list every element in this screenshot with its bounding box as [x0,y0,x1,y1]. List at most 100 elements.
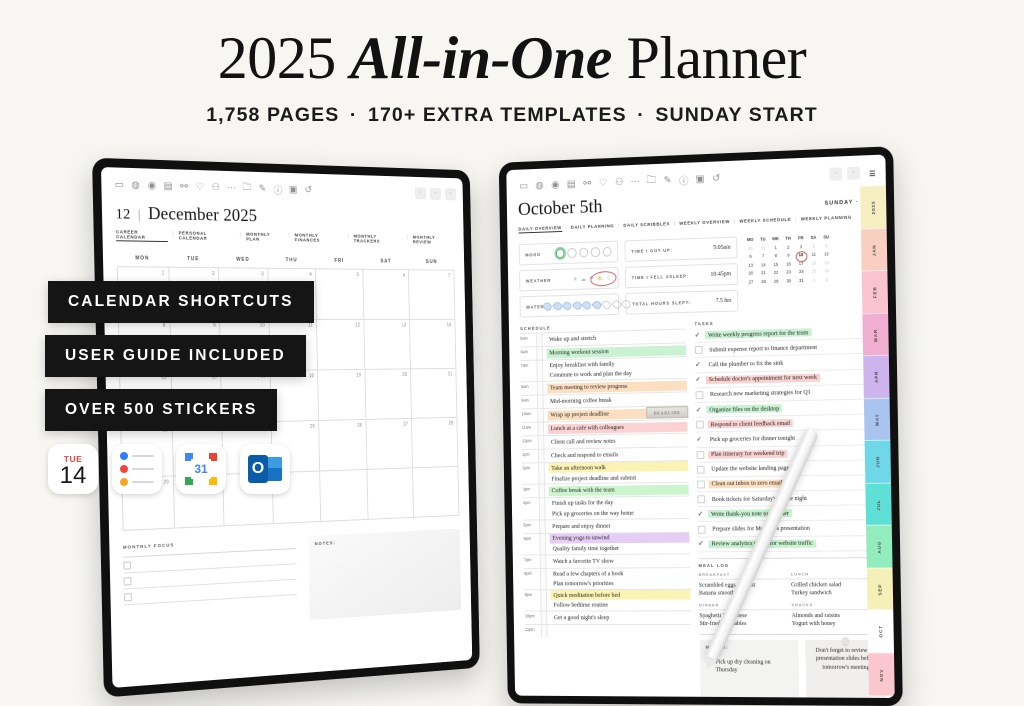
copy-icon[interactable]: ▣ [285,181,301,197]
schedule-row[interactable]: 10pm Get a good night's sleep [524,610,691,625]
mood-face-2[interactable] [578,247,588,258]
schedule-row[interactable]: 8pm Read a few chapters of a book Plan tom… [524,566,691,590]
clock-icon[interactable]: ◍ [531,177,547,193]
tracker-weather[interactable]: WEATHER ☀ ☁ ☂ ⛅ ☾ [519,267,619,292]
target-icon[interactable]: ◉ [144,177,161,193]
schedule-entries[interactable]: Evening yoga to unwind Quality family tim… [546,532,690,554]
task-check-icon[interactable]: ✓ [696,436,703,443]
heart-icon[interactable]: ♡ [192,179,208,195]
calendar-day-cell[interactable] [367,468,415,520]
schedule-list[interactable]: 5am Wake up and stretch 6am Morning workout… [520,328,692,638]
schedule-entry[interactable]: Evening yoga to unwind [549,532,690,544]
schedule-entry[interactable]: Plan tomorrow's priorities [550,579,690,589]
sleep-field-0[interactable]: TIME I GOT UP: 5:05am [624,236,738,262]
calendar-day-cell[interactable]: 20 [365,369,413,420]
schedule-entry[interactable]: Get a good night's sleep [551,613,691,623]
heart-icon[interactable]: ♡ [595,175,611,191]
task-checkbox[interactable] [697,495,706,504]
info-icon[interactable]: ⓘ [270,181,286,197]
daily-tab-2[interactable]: DAILY SCRIBBLES [623,221,670,230]
schedule-entry[interactable]: Finalize project deadline and submit [549,472,689,484]
microsoft-outlook-icon[interactable]: O [240,444,290,494]
schedule-entry[interactable]: Team meeting to review progress [547,380,687,394]
pen-icon[interactable]: ✎ [659,172,675,188]
schedule-row[interactable]: 5pm Prepare and enjoy dinner [523,517,690,533]
more-icon[interactable]: ⋯ [223,180,239,196]
right-tablet-screen[interactable]: ▭◍◉▤⚯♡⚇⋯🗀✎ⓘ▣↺▫▫▫ October 5th SUNDAY · 20… [506,154,895,699]
share-button[interactable]: ▫ [829,166,843,181]
more-icon[interactable]: ⋯ [627,173,643,189]
task-check-icon[interactable]: ✓ [698,511,705,518]
daily-tab-0[interactable]: DAILY OVERVIEW [518,225,562,234]
task-checkbox[interactable] [696,450,705,459]
schedule-entry[interactable]: Read a few chapters of a book [550,568,690,578]
clock-icon[interactable]: ◍ [127,177,144,193]
folder-icon[interactable]: 🗀 [643,173,659,189]
monthly-tab-0[interactable]: CAREER CALENDAR [115,229,168,243]
schedule-entry[interactable]: Morning workout session [546,344,687,359]
sync-button[interactable]: ▫ [429,187,442,200]
undo-icon[interactable]: ↺ [708,170,725,186]
monthly-tab-1[interactable]: PERSONAL CALENDAR [179,230,236,243]
copy-icon[interactable]: ▣ [692,171,709,187]
calendar-day-cell[interactable]: 5 [316,269,365,320]
schedule-entries[interactable]: Read a few chapters of a book Plan tomorr… [546,568,690,589]
daily-tab-3[interactable]: WEEKLY OVERVIEW [679,219,730,228]
monthly-tab-2[interactable]: MONTHLY PLAN [246,232,284,244]
tracker-icons[interactable] [542,298,633,312]
daily-tab-5[interactable]: WEEKLY PLANNING [801,215,852,224]
person-icon[interactable]: ⚇ [611,174,627,190]
calendar-day-cell[interactable]: 6 [363,269,411,320]
apple-reminders-icon[interactable] [112,444,162,494]
month-tab-may[interactable]: MAY [863,397,891,441]
schedule-row[interactable]: 4pm Finish up tasks for the day Pick up gr… [522,495,690,520]
calendar-day-cell[interactable]: 12 [317,319,366,371]
schedule-entries[interactable]: Enjoy breakfast with family Commute to wo… [543,357,687,381]
schedule-entries[interactable] [547,625,691,638]
schedule-entries[interactable]: Coffee break with the team [545,483,689,497]
schedule-entry[interactable]: Follow bedtime routine [551,600,691,610]
tracker-icons[interactable]: ☀ ☁ ☂ ⛅ ☾ [573,275,612,283]
schedule-entry[interactable]: Client call and review notes [548,435,688,447]
schedule-entries[interactable]: Wrap up project deadline DEADLINE [544,406,689,421]
schedule-entries[interactable]: Watch a favorite TV show [546,554,690,568]
schedule-row[interactable]: 6pm Evening yoga to unwind Quality family … [523,531,690,555]
focus-checkbox[interactable] [123,592,132,601]
month-tab-aug[interactable]: AUG [866,525,893,568]
share-button[interactable]: ▫ [414,186,427,200]
link-icon[interactable]: ⚯ [176,178,192,194]
calendar-day-cell[interactable]: 27 [366,418,414,470]
calendar-day-cell[interactable]: 21 [411,368,458,419]
daily-tab-4[interactable]: WEEKLY SCHEDULE [739,217,791,226]
google-calendar-icon[interactable]: 31 [176,444,226,494]
schedule-entries[interactable]: Get a good night's sleep [547,611,691,624]
link-icon[interactable]: ⚯ [579,175,595,191]
calendar-day-cell[interactable]: 7 [409,270,456,320]
schedule-entries[interactable]: Finish up tasks for the day Pick up groce… [545,497,689,519]
mood-face-3[interactable] [590,247,600,257]
mood-face-0[interactable] [555,248,565,259]
pen-icon[interactable]: ✎ [255,181,271,197]
schedule-entry[interactable]: Quick meditation before bed [550,589,691,601]
tracker-column[interactable]: MOOD WEATHER ☀ ☁ ☂ ⛅ ☾ WATER [518,240,633,318]
person-icon[interactable]: ⚇ [208,179,224,195]
month-tab-feb[interactable]: FEB [861,270,889,314]
schedule-entry[interactable]: Finish up tasks for the day [549,497,689,508]
task-check-icon[interactable]: ✓ [695,362,702,369]
minical-day[interactable]: 27 [745,278,758,287]
book-icon[interactable]: ▭ [516,178,532,194]
schedule-entry[interactable]: Pick up groceries on the way home [549,508,689,519]
mood-face-1[interactable] [567,248,577,258]
month-tab-apr[interactable]: APR [863,355,890,399]
info-icon[interactable]: ⓘ [676,171,693,187]
schedule-entry[interactable]: Watch a favorite TV show [550,556,690,567]
meal-value[interactable]: Spaghetti BologneseStir-fried vegetables [699,610,792,629]
schedule-row[interactable]: 12pm Client call and review notes [521,432,688,450]
task-checkbox[interactable] [694,346,703,355]
month-tab-sep[interactable]: SEP [866,567,894,611]
schedule-entries[interactable]: Quick meditation before bed Follow bedtim… [547,589,691,611]
weather-3[interactable]: ⛅ [597,275,604,282]
month-tab-jul[interactable]: JUL [865,482,892,526]
schedule-entry[interactable]: Mid-morning coffee break [547,394,687,407]
calendar-day-cell[interactable]: 14 [410,319,457,370]
